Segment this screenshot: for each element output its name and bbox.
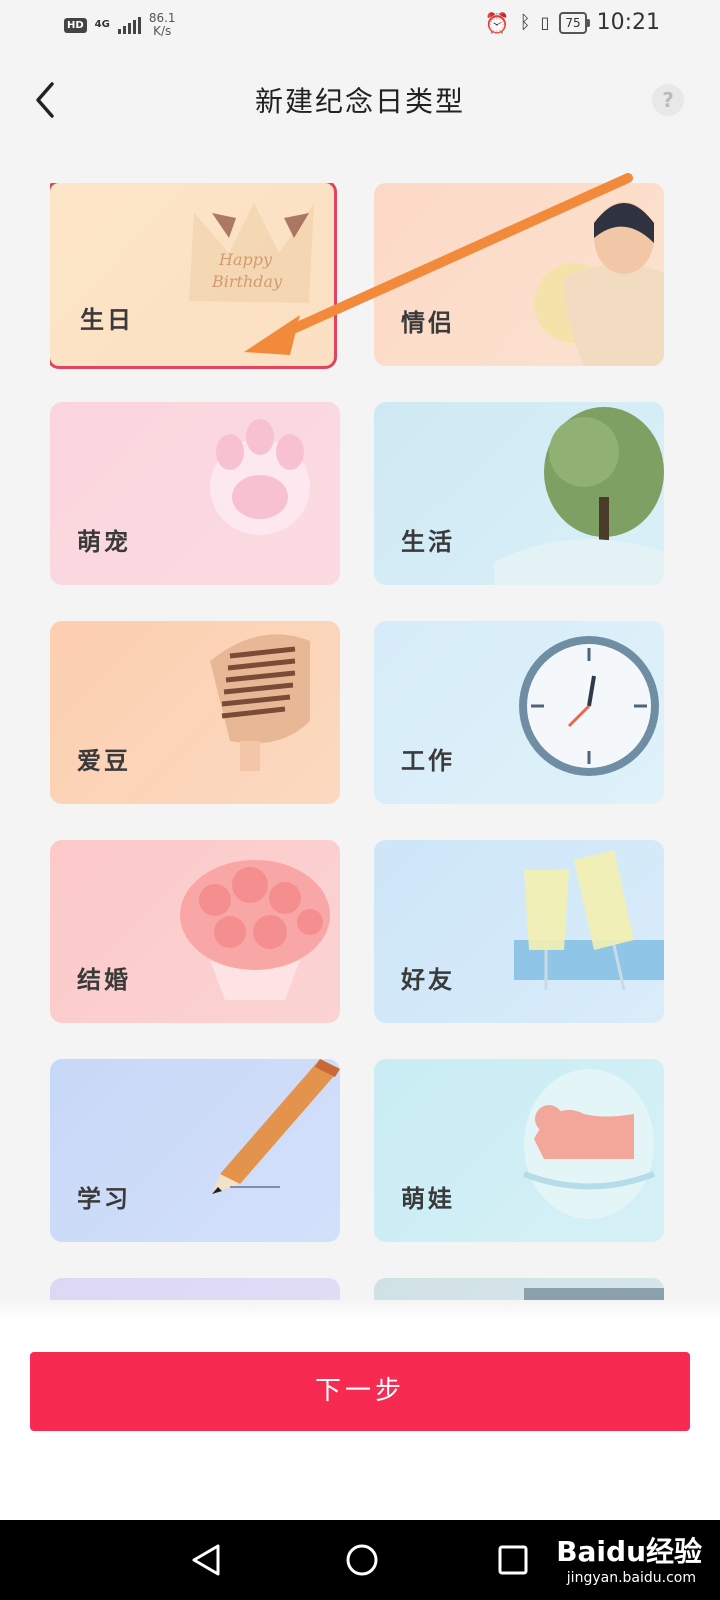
system-nav-bar: Baidu经验 jingyan.baidu.com — [0, 1520, 720, 1600]
clock-art — [519, 636, 659, 776]
signal-icon — [117, 16, 141, 34]
alarm-icon: ⏰ — [484, 10, 510, 35]
birthday-text: Birthday — [211, 272, 283, 291]
category-label: 结婚 — [77, 965, 131, 994]
network-type: 4G — [94, 19, 110, 30]
watermark-site: jingyan.baidu.com — [566, 1570, 696, 1586]
category-card-work[interactable]: 工作 — [374, 621, 664, 804]
category-card-study[interactable]: 学习 — [50, 1059, 340, 1242]
vibrate-icon: ▯ — [540, 13, 550, 32]
category-label: 萌宠 — [77, 527, 131, 556]
roses-art — [180, 860, 330, 1000]
category-card-pet[interactable]: 萌宠 — [50, 402, 340, 585]
hd-badge: HD — [64, 17, 87, 33]
category-grid: Happy Birthday 生日 情侣 萌宠 生活 爱豆 工作 结婚 好友 学… — [50, 183, 670, 1323]
status-bar: HD 4G 86.1 K/s ⏰ ᛒ ▯ 75 10:21 — [0, 0, 720, 52]
champagne-art — [514, 850, 664, 991]
nav-recent-icon[interactable] — [497, 1544, 529, 1576]
couple-art — [534, 202, 664, 366]
category-label: 生活 — [401, 527, 455, 556]
category-label: 好友 — [401, 965, 455, 994]
category-card-idol[interactable]: 爱豆 — [50, 621, 340, 804]
pencil-art — [212, 1059, 340, 1194]
category-card-friends[interactable]: 好友 — [374, 840, 664, 1023]
bottom-fade — [0, 1300, 720, 1320]
status-right: ⏰ ᛒ ▯ 75 10:21 — [485, 10, 660, 35]
category-label: 工作 — [401, 746, 455, 775]
category-card-couple[interactable]: 情侣 — [374, 183, 664, 366]
rocking-horse-art — [522, 1069, 656, 1219]
next-step-button[interactable]: 下一步 — [30, 1352, 690, 1431]
battery-icon: 75 — [559, 11, 590, 34]
nav-home-icon[interactable] — [344, 1542, 380, 1578]
speed-value: 86.1 — [148, 11, 176, 25]
tree-art — [494, 407, 664, 585]
category-card-birthday[interactable]: Happy Birthday 生日 — [50, 183, 337, 369]
birthday-crown-art: Happy Birthday — [189, 203, 314, 303]
paw-art — [210, 419, 310, 535]
category-label: 生日 — [80, 305, 134, 334]
category-card-wedding[interactable]: 结婚 — [50, 840, 340, 1023]
microphone-art — [210, 634, 310, 771]
category-label: 爱豆 — [77, 746, 131, 775]
happy-text: Happy — [218, 250, 273, 269]
status-left: HD 4G 86.1 K/s — [64, 12, 176, 38]
clock: 10:21 — [596, 10, 660, 35]
category-card-life[interactable]: 生活 — [374, 402, 664, 585]
network-speed: 86.1 K/s — [149, 12, 176, 38]
category-label: 学习 — [77, 1184, 131, 1213]
help-icon[interactable]: ? — [652, 84, 684, 116]
header: 新建纪念日类型 ? — [0, 60, 720, 140]
category-label: 情侣 — [401, 308, 455, 337]
bluetooth-icon: ᛒ — [519, 12, 531, 33]
watermark-brand: Baidu经验 — [556, 1535, 702, 1568]
category-label: 萌娃 — [401, 1184, 455, 1213]
nav-back-icon[interactable] — [188, 1542, 224, 1578]
page-title: 新建纪念日类型 — [254, 85, 465, 118]
speed-unit: K/s — [153, 24, 172, 38]
bottom-bar: 下一步 — [0, 1320, 720, 1520]
category-card-baby[interactable]: 萌娃 — [374, 1059, 664, 1242]
